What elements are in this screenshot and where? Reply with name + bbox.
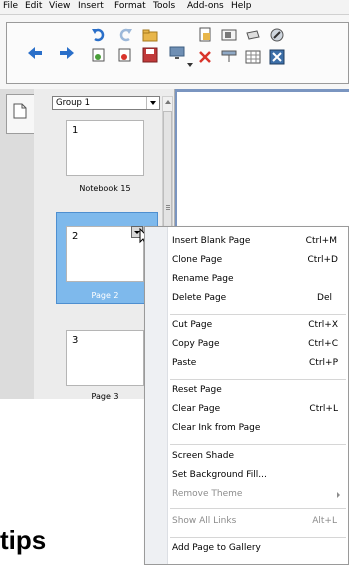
menu-bar: File Edit View Insert Format Tools Add-o… bbox=[0, 0, 349, 15]
shortcut-label: Alt+L bbox=[312, 516, 337, 526]
menu-format[interactable]: Format bbox=[114, 1, 146, 11]
submenu-arrow-icon bbox=[337, 492, 340, 498]
menu-item-clear-ink-from-page[interactable]: Clear Ink from Page bbox=[172, 423, 260, 433]
menu-edit[interactable]: Edit bbox=[25, 1, 42, 11]
undo-icon[interactable] bbox=[91, 27, 107, 43]
page-sorter-tab[interactable] bbox=[6, 94, 34, 134]
menu-item-rename-page[interactable]: Rename Page bbox=[172, 274, 234, 284]
menu-view[interactable]: View bbox=[49, 1, 70, 11]
menu-separator bbox=[170, 537, 346, 538]
page-number: 1 bbox=[72, 125, 79, 136]
shortcut-label: Ctrl+X bbox=[308, 320, 338, 330]
group-select[interactable]: Group 1 bbox=[52, 96, 160, 110]
document-camera-icon[interactable] bbox=[221, 27, 237, 43]
menu-file[interactable]: File bbox=[3, 1, 18, 11]
menu-item-delete-page[interactable]: Delete Page bbox=[172, 293, 226, 303]
menu-help[interactable]: Help bbox=[231, 1, 252, 11]
menu-item-insert-blank-page[interactable]: Insert Blank Page bbox=[172, 236, 250, 246]
save-icon[interactable] bbox=[142, 47, 158, 63]
menu-item-paste[interactable]: Paste bbox=[172, 358, 196, 368]
shortcut-label: Ctrl+L bbox=[309, 404, 338, 414]
menu-item-copy-page[interactable]: Copy Page bbox=[172, 339, 219, 349]
menu-separator bbox=[170, 379, 346, 380]
forward-arrow-icon[interactable] bbox=[59, 45, 75, 61]
shortcut-label: Ctrl+D bbox=[307, 255, 339, 265]
back-arrow-icon[interactable] bbox=[27, 45, 43, 61]
chevron-down-icon[interactable] bbox=[146, 97, 159, 109]
table-icon[interactable] bbox=[245, 49, 261, 65]
shortcut-label: Ctrl+C bbox=[308, 339, 338, 349]
page-number: 2 bbox=[72, 231, 79, 242]
menu-item-show-all-links[interactable]: Show All Links bbox=[172, 516, 236, 526]
page-label: Page 3 bbox=[91, 392, 119, 401]
page-label: Page 2 bbox=[91, 291, 119, 300]
menu-separator bbox=[170, 314, 346, 315]
projector-icon[interactable] bbox=[245, 27, 261, 43]
context-menu-icon-gutter bbox=[145, 227, 168, 564]
menu-add-ons[interactable]: Add-ons bbox=[187, 1, 224, 11]
menu-separator bbox=[170, 508, 346, 509]
delete-icon[interactable] bbox=[197, 49, 213, 65]
menu-item-add-page-to-gallery[interactable]: Add Page to Gallery bbox=[172, 543, 261, 553]
shortcut-label: Ctrl+P bbox=[309, 358, 338, 368]
menu-item-cut-page[interactable]: Cut Page bbox=[172, 320, 212, 330]
menu-item-screen-shade[interactable]: Screen Shade bbox=[172, 451, 234, 461]
page-label: Notebook 15 bbox=[79, 184, 131, 193]
page-thumbnail-1[interactable]: 1 bbox=[66, 120, 144, 176]
shortcut-label: Ctrl+M bbox=[305, 236, 337, 246]
group-select-value: Group 1 bbox=[56, 98, 90, 108]
menu-item-clone-page[interactable]: Clone Page bbox=[172, 255, 222, 265]
dropdown-caret-icon[interactable] bbox=[187, 63, 193, 67]
heading-text: tips bbox=[0, 525, 47, 555]
menu-item-remove-theme[interactable]: Remove Theme bbox=[172, 489, 242, 499]
menu-insert[interactable]: Insert bbox=[78, 1, 104, 11]
canvas-top-border bbox=[175, 89, 349, 92]
page-thumbnail-3[interactable]: 3 bbox=[66, 330, 144, 386]
add-page-icon[interactable] bbox=[91, 47, 107, 63]
shortcut-label: Del bbox=[317, 293, 332, 303]
menu-separator bbox=[170, 444, 346, 445]
scroll-up-icon[interactable] bbox=[165, 100, 171, 104]
properties-icon[interactable] bbox=[269, 49, 285, 65]
pen-tool-icon[interactable] bbox=[269, 27, 285, 43]
insert-page-icon[interactable] bbox=[197, 27, 213, 43]
screen-capture-icon[interactable] bbox=[169, 45, 185, 61]
delete-page-icon[interactable] bbox=[117, 47, 133, 63]
menu-item-set-background-fill[interactable]: Set Background Fill... bbox=[172, 470, 267, 480]
redo-icon[interactable] bbox=[117, 27, 133, 43]
toolbar bbox=[6, 22, 349, 84]
menu-item-clear-page[interactable]: Clear Page bbox=[172, 404, 220, 414]
page-icon bbox=[13, 103, 27, 119]
menu-item-reset-page[interactable]: Reset Page bbox=[172, 385, 222, 395]
screen-shade-icon[interactable] bbox=[221, 49, 237, 65]
page-number: 3 bbox=[72, 335, 79, 346]
menu-tools[interactable]: Tools bbox=[153, 1, 175, 11]
open-folder-icon[interactable] bbox=[142, 27, 158, 43]
